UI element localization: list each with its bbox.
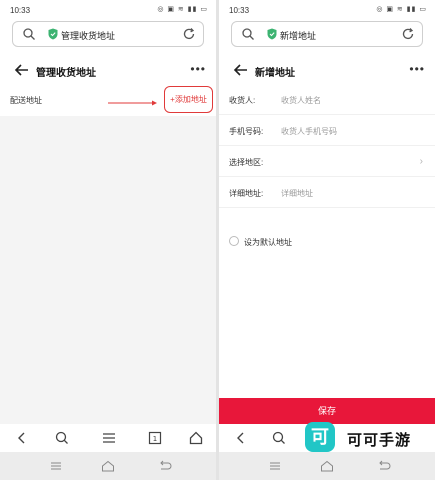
search-icon[interactable] (54, 430, 70, 446)
back-arrow-icon[interactable] (14, 62, 30, 78)
search-icon[interactable] (241, 27, 255, 41)
home-icon[interactable] (188, 430, 204, 446)
default-label: 设为默认地址 (244, 238, 292, 247)
page-title: 管理收货地址 (36, 68, 96, 79)
detail-label: 详细地址: (229, 189, 264, 198)
status-time: 10:33 (229, 6, 250, 15)
status-icons: ◎ ▣ ≋ ▮▮ ▭ (376, 6, 427, 13)
left-screen: 10:33 ◎ ▣ ≋ ▮▮ ▭ 管理收货地址 管理收货地址 ••• 配送地址 … (0, 0, 216, 480)
reload-icon[interactable] (182, 27, 196, 41)
address-label: 配送地址 (10, 96, 42, 105)
more-menu-icon[interactable]: ••• (409, 63, 425, 75)
url-bar[interactable]: 新增地址 (231, 21, 423, 47)
page-header: 新增地址 ••• (219, 56, 435, 84)
receiver-field[interactable]: 收货人: 收货人姓名 (219, 84, 435, 115)
back-icon[interactable] (233, 430, 249, 446)
watermark-brand: 可可手游 (347, 432, 412, 449)
home-nav-icon[interactable] (320, 460, 334, 472)
add-address-button[interactable]: +添加地址 (164, 86, 213, 113)
annotation-arrow-icon (108, 100, 157, 106)
status-icons: ◎ ▣ ≋ ▮▮ ▭ (157, 6, 208, 13)
status-bar: 10:33 ◎ ▣ ≋ ▮▮ ▭ (0, 0, 216, 20)
watermark-logo: 可 (305, 422, 335, 452)
right-screen: 10:33 ◎ ▣ ≋ ▮▮ ▭ 新增地址 新增地址 ••• 收货人: 收货人姓… (219, 0, 435, 480)
watermark: 可 可可手游 (305, 422, 435, 458)
url-title: 管理收货地址 (61, 31, 116, 41)
page-header: 管理收货地址 ••• (0, 56, 216, 84)
shield-icon (48, 28, 58, 40)
address-list-area (0, 116, 216, 424)
status-bar: 10:33 ◎ ▣ ≋ ▮▮ ▭ (219, 0, 435, 20)
svg-text:1: 1 (153, 435, 157, 443)
menu-icon[interactable] (101, 430, 117, 446)
phone-field[interactable]: 手机号码: 收货人手机号码 (219, 115, 435, 146)
back-icon[interactable] (14, 430, 30, 446)
page-title: 新增地址 (255, 68, 295, 79)
receiver-input[interactable]: 收货人姓名 (281, 95, 321, 106)
url-title: 新增地址 (280, 31, 317, 41)
browser-toolbar: 1 (0, 424, 216, 452)
search-icon[interactable] (22, 27, 36, 41)
phone-input[interactable]: 收货人手机号码 (281, 126, 337, 137)
phone-label: 手机号码: (229, 127, 264, 136)
recents-icon[interactable] (49, 460, 63, 472)
back-arrow-icon[interactable] (233, 62, 249, 78)
tabs-icon[interactable]: 1 (147, 430, 163, 446)
recents-icon[interactable] (268, 460, 282, 472)
system-nav-bar (0, 452, 216, 480)
reload-icon[interactable] (401, 27, 415, 41)
detail-address-field[interactable]: 详细地址: 详细地址 (219, 177, 435, 208)
save-button[interactable]: 保存 (219, 398, 435, 424)
status-time: 10:33 (10, 6, 31, 15)
more-menu-icon[interactable]: ••• (190, 63, 206, 75)
chevron-right-icon: › (419, 156, 423, 167)
search-icon[interactable] (271, 430, 287, 446)
back-nav-icon[interactable] (158, 460, 172, 472)
url-bar[interactable]: 管理收货地址 (12, 21, 204, 47)
detail-input[interactable]: 详细地址 (281, 188, 313, 199)
shield-icon (267, 28, 277, 40)
region-label: 选择地区: (229, 158, 264, 167)
back-nav-icon[interactable] (377, 460, 391, 472)
region-selector[interactable]: 选择地区: › (219, 146, 435, 177)
default-radio[interactable] (229, 236, 239, 246)
address-form: 收货人: 收货人姓名 手机号码: 收货人手机号码 选择地区: › 详细地址: 详… (219, 84, 435, 208)
home-nav-icon[interactable] (101, 460, 115, 472)
receiver-label: 收货人: (229, 96, 256, 105)
